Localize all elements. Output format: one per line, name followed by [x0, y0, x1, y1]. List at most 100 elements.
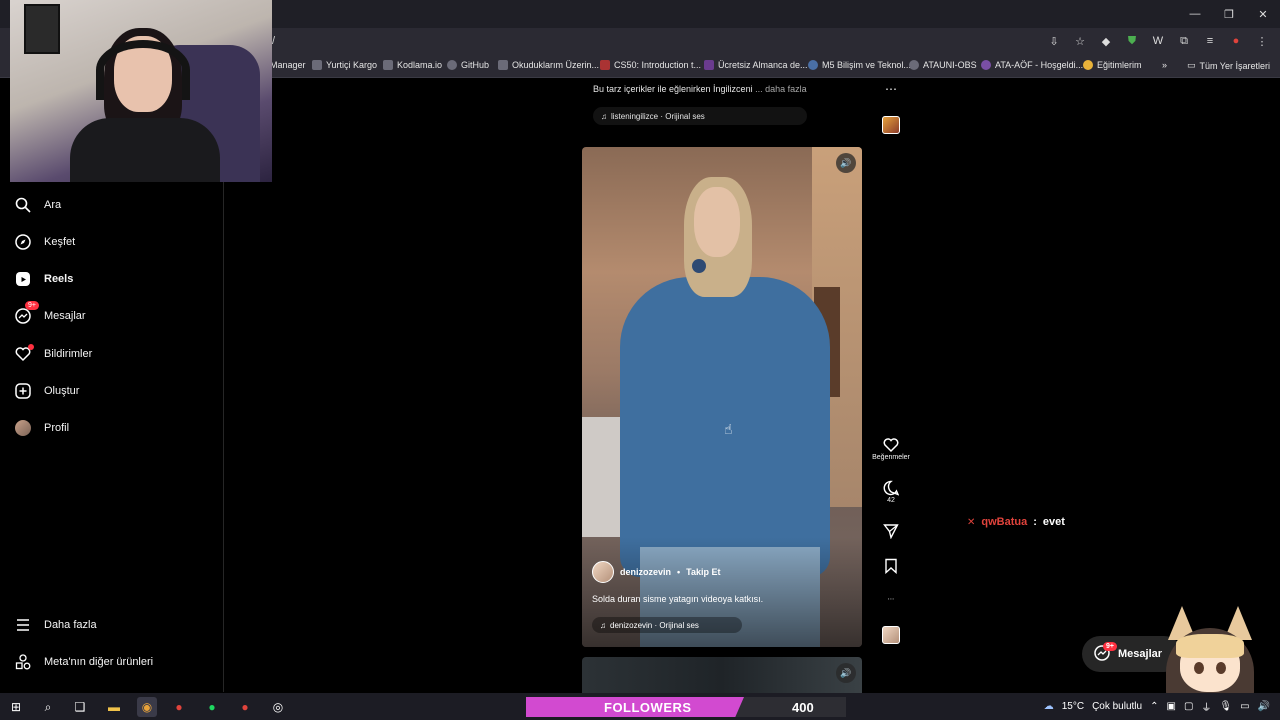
bookmark-item[interactable]: Okuduklarım Üzerin...	[498, 60, 599, 70]
hamburger-icon	[14, 616, 32, 634]
chrome-icon[interactable]: ◉	[137, 697, 157, 717]
sidebar-item-notifications[interactable]: Bildirimler	[14, 344, 93, 363]
file-explorer-icon[interactable]: ▬	[104, 697, 124, 717]
bookmark-item[interactable]: ATAUNI-OBS	[909, 60, 977, 70]
sidebar-item-search[interactable]: Ara	[14, 196, 61, 214]
reel-username[interactable]: denizozevin	[620, 567, 671, 577]
profile-icon[interactable]: ●	[1228, 33, 1244, 49]
bookmark-label: GitHub	[461, 60, 490, 70]
app-icon[interactable]: ●	[169, 697, 189, 717]
menu-icon[interactable]: ⋮	[1254, 33, 1270, 49]
face	[694, 187, 740, 257]
plus-square-icon	[14, 382, 32, 400]
comment-icon	[882, 479, 900, 497]
network-icon[interactable]: ▭	[1240, 701, 1249, 712]
tab-search-icon[interactable]: ≡	[1202, 33, 1218, 49]
microphone-icon[interactable]: 🎙	[1219, 701, 1232, 712]
volume-icon[interactable]: 🔊	[1258, 701, 1270, 712]
sidebar-item-messages[interactable]: 9+ Mesajlar	[14, 301, 86, 325]
meta-products-label: Meta'nın diğer ürünleri	[44, 656, 154, 668]
wordle-icon[interactable]: W	[1150, 33, 1166, 49]
bookmark-label: ATA-AÖF - Hoşgeldi...	[995, 60, 1084, 70]
sidebar-meta-products-button[interactable]: Meta'nın diğer ürünleri	[14, 653, 153, 671]
reel-video[interactable]: 🔊 denizozevin • Takip Et Solda duran sis…	[582, 147, 862, 647]
globe-icon	[981, 60, 991, 70]
shield-icon[interactable]: ⛊	[1124, 33, 1140, 49]
messages-pill-badge: 9+	[1103, 642, 1117, 651]
bookmark-item[interactable]: Yurtiçi Kargo	[312, 60, 377, 70]
all-bookmarks-button[interactable]: ▭ Tüm Yer İşaretleri	[1187, 60, 1270, 71]
reel-caption: Solda duran sisme yatagın videoya katkıs…	[592, 594, 764, 604]
music-note-icon: ♫	[601, 111, 607, 121]
usb-icon[interactable]: ⏚	[1201, 699, 1211, 714]
github-icon	[447, 60, 457, 70]
sidebar-more-button[interactable]: Daha fazla	[14, 616, 97, 634]
install-icon[interactable]: ⇩	[1046, 33, 1062, 49]
follow-button[interactable]: Takip Et	[686, 567, 720, 577]
comment-button[interactable]: 42	[868, 479, 914, 504]
bookmark-item[interactable]: M5 Bilişim ve Teknol...	[808, 60, 911, 70]
bookmarks-overflow-button[interactable]: »	[1162, 60, 1167, 70]
sidebar-item-label: Reels	[44, 273, 74, 285]
previous-post-audio[interactable]: ♫ listeningilizce · Orijinal ses	[593, 107, 807, 125]
weather-text[interactable]: Çok bulutlu	[1092, 701, 1142, 712]
sidebar-item-label: Bildirimler	[44, 348, 93, 360]
avatar[interactable]	[592, 561, 614, 583]
profile-avatar-icon	[14, 419, 32, 437]
compass-icon	[14, 233, 32, 251]
reel-audio[interactable]: ♫ denizozevin · Orijinal ses	[592, 617, 742, 633]
bookmark-item[interactable]: GitHub	[447, 60, 489, 70]
sidebar-item-profile[interactable]: Profil	[14, 419, 69, 437]
app-icon[interactable]: ●	[235, 697, 255, 717]
restore-button[interactable]: ❐	[1212, 0, 1246, 28]
reel-options-button[interactable]: ⋯	[868, 590, 914, 608]
tray-icon[interactable]: ▢	[1184, 701, 1193, 712]
sidebar-item-label: Keşfet	[44, 236, 76, 248]
chevron-up-icon[interactable]: ⌃	[1150, 701, 1158, 712]
toolbar-icons: ⇩ ☆ ◆ ⛊ W ⧉ ≡ ● ⋮	[1046, 33, 1270, 49]
bookmark-item[interactable]: Eğitimlerim	[1083, 60, 1142, 70]
obs-icon[interactable]: ◎	[268, 697, 288, 717]
like-button[interactable]: Beğenmeler	[868, 436, 914, 461]
minimize-button[interactable]: —	[1178, 0, 1212, 28]
mascot-hair	[1176, 634, 1244, 658]
star-icon[interactable]: ☆	[1072, 33, 1088, 49]
tray-icon[interactable]: ▣	[1166, 701, 1175, 712]
close-window-button[interactable]: ✕	[1246, 0, 1280, 28]
save-button[interactable]	[868, 557, 914, 575]
puzzle-icon[interactable]: ⧉	[1176, 33, 1192, 49]
likes-label: Beğenmeler	[872, 454, 910, 461]
bookmark-item[interactable]: ATA-AÖF - Hoşgeldi...	[981, 60, 1083, 70]
task-view-icon[interactable]: ❑	[70, 697, 90, 717]
book-icon	[704, 60, 714, 70]
sidebar-item-reels[interactable]: Reels	[14, 270, 73, 288]
bookmark-label: Manager	[270, 60, 306, 70]
next-reel-preview[interactable]: 🔊	[582, 657, 862, 693]
more-label: Daha fazla	[44, 619, 97, 631]
chat-separator: :	[1033, 516, 1037, 528]
bookmark-item[interactable]: Manager	[270, 60, 306, 70]
windows-start-icon[interactable]: ⊞	[6, 697, 26, 717]
more-link[interactable]: ... daha fazla	[755, 84, 807, 94]
search-icon[interactable]: ⌕	[38, 697, 58, 717]
reel-audio-thumbnail[interactable]	[868, 626, 914, 644]
audio-label: listeningilizce · Orijinal ses	[611, 111, 705, 121]
url-text[interactable]: /	[272, 35, 275, 47]
bookmark-label: CS50: Introduction t...	[614, 60, 702, 70]
globe-icon	[909, 60, 919, 70]
audio-thumbnail	[882, 626, 900, 644]
sidebar-item-create[interactable]: Oluştur	[14, 382, 79, 400]
volume-icon[interactable]: 🔊	[836, 153, 856, 173]
bookmark-item[interactable]: Kodlama.io	[383, 60, 442, 70]
weather-temp[interactable]: 15°C	[1062, 701, 1084, 712]
sidebar-item-explore[interactable]: Keşfet	[14, 233, 75, 251]
bookmark-item[interactable]: Ücretsiz Almanca de...	[704, 60, 808, 70]
share-button[interactable]	[868, 522, 914, 540]
shapes-icon	[14, 653, 32, 671]
spotify-icon[interactable]: ●	[202, 697, 222, 717]
previous-audio-thumbnail[interactable]	[882, 116, 900, 134]
previous-post-options-icon[interactable]: ⋯	[885, 82, 898, 96]
extension-icon[interactable]: ◆	[1098, 33, 1114, 49]
bookmark-item[interactable]: CS50: Introduction t...	[600, 60, 701, 70]
volume-icon[interactable]: 🔊	[836, 663, 856, 683]
